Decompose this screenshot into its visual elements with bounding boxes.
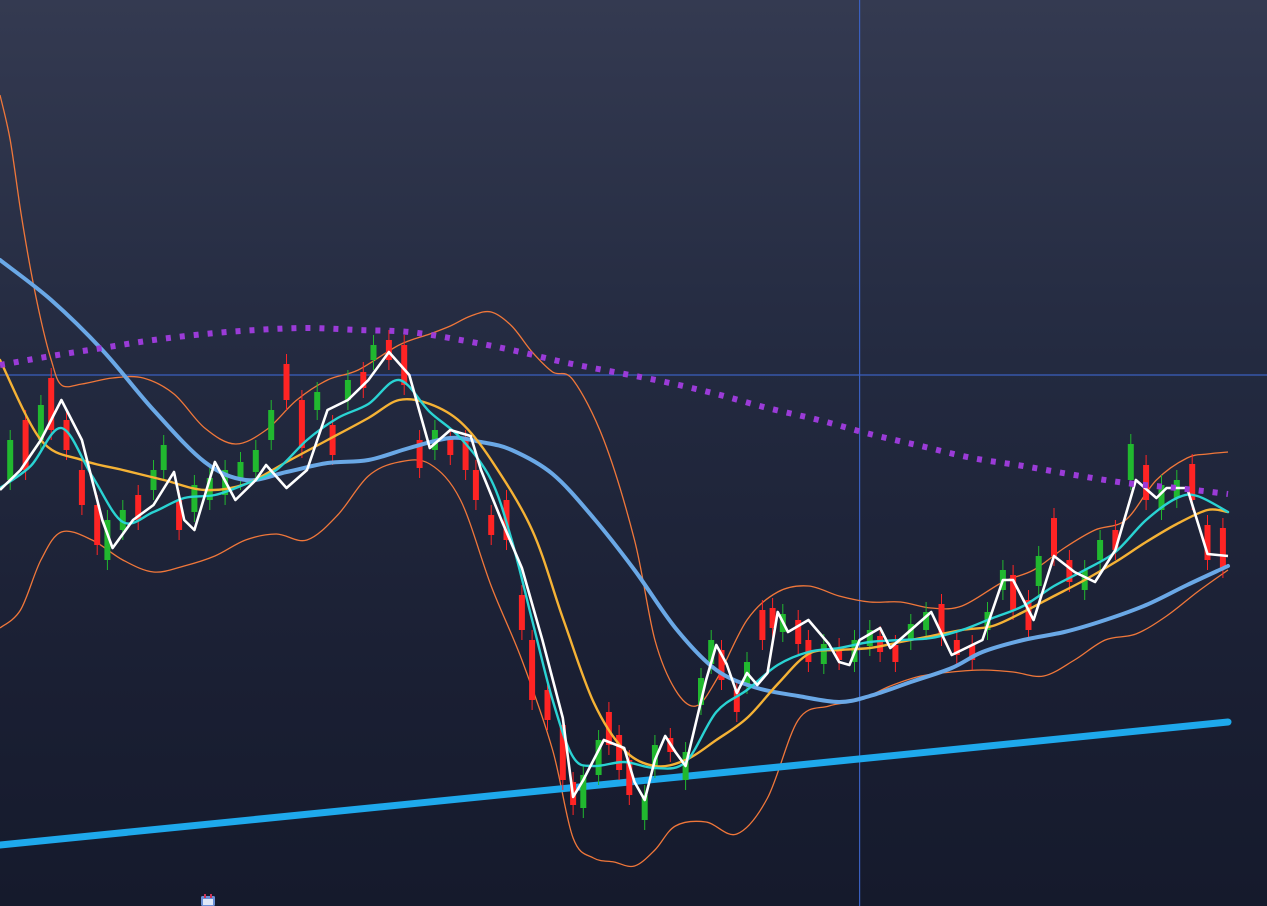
candle-body xyxy=(1127,444,1134,480)
candle-body xyxy=(252,450,259,472)
candle-body xyxy=(1097,540,1104,560)
candle-body xyxy=(447,438,454,455)
moving-average-slow xyxy=(0,258,1230,705)
candle-body xyxy=(1051,518,1057,556)
candle-body xyxy=(160,445,167,470)
candle-body xyxy=(268,410,275,440)
candle-body xyxy=(892,645,899,662)
candle-body xyxy=(1035,556,1042,586)
moving-average-fast xyxy=(0,378,1230,770)
candle-body xyxy=(472,470,479,500)
trend-line xyxy=(0,718,1232,849)
price-chart[interactable] xyxy=(0,0,1267,906)
candle-body xyxy=(150,470,157,490)
candle-body xyxy=(78,470,85,505)
candle-body xyxy=(529,640,536,700)
bollinger-upper-band xyxy=(0,94,1229,707)
candle-body xyxy=(283,364,290,400)
candle-body xyxy=(1219,528,1226,568)
candle-body xyxy=(370,345,377,360)
candle-body xyxy=(7,440,14,480)
candle-body xyxy=(544,690,551,720)
candle-body xyxy=(877,636,884,652)
candle-body xyxy=(314,392,321,410)
chart-canvas[interactable] xyxy=(0,0,1267,906)
candle-body xyxy=(759,610,766,640)
candle-body xyxy=(518,595,525,630)
candles-group xyxy=(7,330,1226,830)
candle-body xyxy=(820,644,827,664)
calendar-icon[interactable] xyxy=(200,894,216,906)
candle-body xyxy=(298,400,305,448)
price-line xyxy=(0,350,1229,802)
candle-body xyxy=(329,425,336,455)
candle-body xyxy=(488,515,495,535)
